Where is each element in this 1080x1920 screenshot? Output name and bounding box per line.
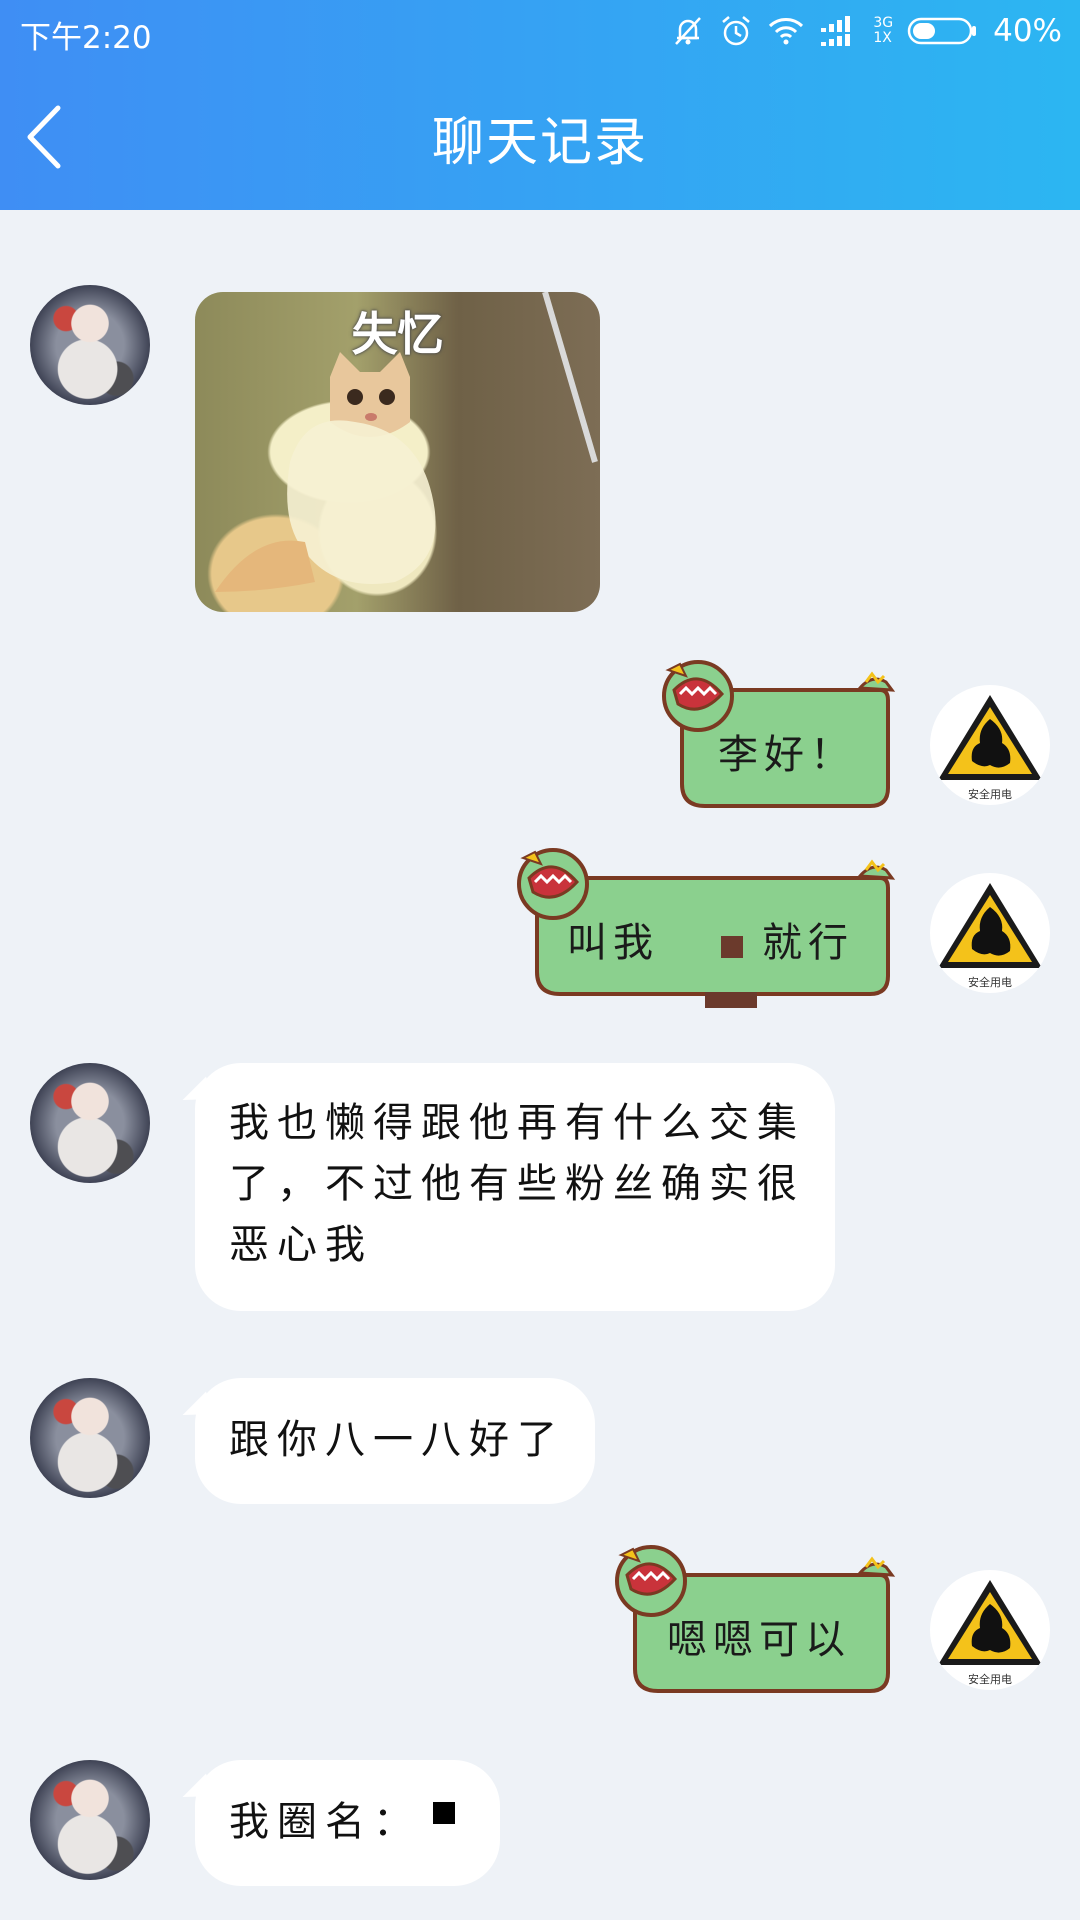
message-bubble[interactable]: 李好！ xyxy=(660,660,900,810)
redacted-pixel xyxy=(721,936,743,958)
message-bubble[interactable]: 嗯嗯可以 xyxy=(613,1545,900,1695)
network-type-bottom: 1X xyxy=(873,30,892,46)
status-icons: 3G 1X 40% xyxy=(671,10,1062,52)
message-text: 李好！ xyxy=(718,732,856,778)
sticker-body xyxy=(215,292,598,592)
avatar[interactable] xyxy=(30,1063,150,1183)
avatar[interactable] xyxy=(30,1378,150,1498)
message-bubble[interactable]: 我也懒得跟他再有什么交集 了，不过他有些粉丝确实很 恶心我 xyxy=(195,1063,835,1311)
message-line: 跟你八一八好了 xyxy=(229,1417,565,1463)
message-bubble[interactable]: 我圈名： xyxy=(195,1760,500,1886)
message-text: 嗯嗯可以 xyxy=(667,1617,851,1663)
avatar[interactable] xyxy=(30,285,150,405)
warning-avatar-icon: 安全用电 xyxy=(938,883,1042,989)
message-text-part2: 就行 xyxy=(762,920,854,966)
message-text-part1: 叫我 xyxy=(567,920,659,966)
message-bubble[interactable]: 跟你八一八好了 xyxy=(195,1378,595,1504)
message-line: 恶心我 xyxy=(229,1222,373,1268)
page-title: 聊天记录 xyxy=(431,113,648,173)
avatar[interactable] xyxy=(30,1760,150,1880)
header: 下午2:20 3G 1X 40% 聊天记录 xyxy=(0,0,1080,210)
warning-avatar-icon: 安全用电 xyxy=(938,695,1042,801)
status-bar: 下午2:20 3G 1X 40% xyxy=(0,0,1080,62)
nav-bar: 聊天记录 xyxy=(0,62,1080,210)
mute-bell-icon xyxy=(675,17,702,45)
avatar-right-label: 安全用电 xyxy=(968,787,1012,801)
avatar-right-label: 安全用电 xyxy=(968,1672,1012,1686)
message-line: 我也懒得跟他再有什么交集 xyxy=(229,1100,805,1146)
signal-icon xyxy=(821,16,851,46)
message-line: 了，不过他有些粉丝确实很 xyxy=(229,1161,805,1207)
network-type: 3G 1X xyxy=(873,16,893,46)
alarm-icon xyxy=(722,16,751,46)
avatar[interactable]: 安全用电 xyxy=(930,873,1050,993)
sticker-image[interactable]: 失忆 xyxy=(195,292,600,612)
avatar[interactable]: 安全用电 xyxy=(930,1570,1050,1690)
wifi-icon xyxy=(769,18,804,45)
status-time: 下午2:20 xyxy=(20,20,152,56)
battery-percent: 40% xyxy=(993,13,1062,49)
battery-icon xyxy=(907,17,977,45)
message-line: 我圈名： xyxy=(229,1799,421,1845)
network-type-top: 3G xyxy=(873,15,894,31)
redacted-pixel xyxy=(433,1802,455,1824)
warning-avatar-icon: 安全用电 xyxy=(938,1580,1042,1686)
avatar[interactable]: 安全用电 xyxy=(930,685,1050,805)
avatar-right-label: 安全用电 xyxy=(968,975,1012,989)
message-bubble[interactable]: 叫我 就行 xyxy=(515,848,900,1008)
